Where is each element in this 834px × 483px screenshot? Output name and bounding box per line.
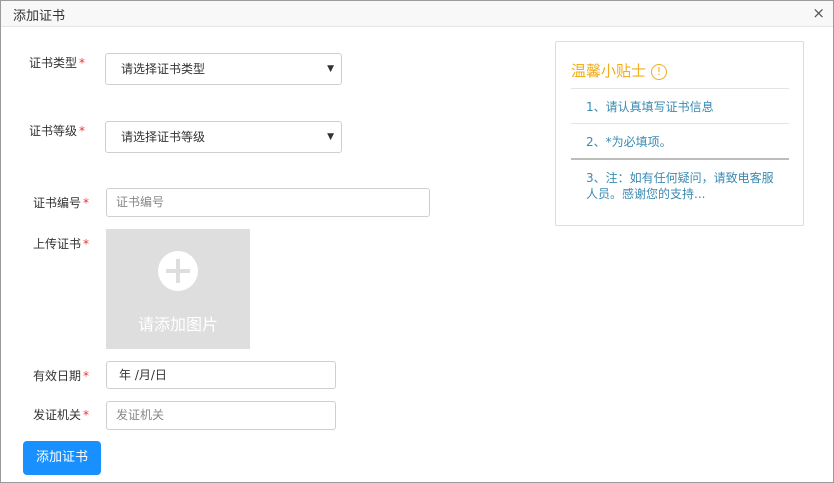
cert-type-label: 证书类型 * — [5, 54, 85, 71]
valid-date-input[interactable]: 年 /月/日 — [106, 361, 336, 389]
valid-date-label-text: 有效日期 — [32, 369, 81, 383]
required-marker: * — [83, 196, 89, 210]
tips-panel: 温馨小贴士! 1、请认真填写证书信息 2、*为必填项。 3、注：如有任何疑问，请… — [555, 41, 804, 226]
cert-number-input[interactable]: 证书编号 — [106, 188, 430, 217]
dialog-titlebar: 添加证书 × — [1, 1, 833, 27]
tip-item: 1、请认真填写证书信息 — [586, 100, 714, 114]
required-marker: * — [79, 124, 85, 138]
cert-type-select[interactable]: 请选择证书类型 ▼ — [105, 53, 342, 85]
tips-title-text: 温馨小贴士 — [571, 62, 647, 80]
tip-item: 2、*为必填项。 — [586, 135, 672, 149]
cert-level-select[interactable]: 请选择证书等级 ▼ — [105, 121, 342, 153]
cert-level-label: 证书等级 * — [5, 122, 85, 139]
add-certificate-dialog: 添加证书 × 证书类型 * 请选择证书类型 ▼ 证书等级 * 请选择证书等级 ▼ 证… — [0, 0, 834, 483]
upload-label-text: 上传证书 — [32, 237, 81, 251]
info-icon: ! — [651, 64, 668, 80]
issuer-placeholder: 发证机关 — [116, 408, 165, 422]
required-marker: * — [79, 56, 85, 70]
dialog-title: 添加证书 — [13, 9, 66, 24]
image-upload-area[interactable]: 请添加图片 — [106, 229, 250, 349]
cert-level-label-text: 证书等级 — [28, 124, 77, 138]
tip-item: 3、注：如有任何疑问，请致电客服人员。感谢您的支持... — [586, 171, 774, 201]
upload-hint: 请添加图片 — [137, 315, 218, 334]
close-icon[interactable]: × — [812, 4, 825, 22]
valid-date-value: 年 /月/日 — [119, 368, 167, 382]
valid-date-label: 有效日期 * — [9, 367, 89, 384]
upload-label: 上传证书 * — [9, 235, 89, 252]
cert-type-select-value: 请选择证书类型 — [121, 62, 206, 76]
cert-number-label: 证书编号 * — [9, 194, 89, 211]
add-image-icon — [158, 251, 198, 291]
chevron-down-icon: ▼ — [327, 132, 334, 142]
divider — [571, 158, 789, 160]
chevron-down-icon: ▼ — [327, 64, 334, 74]
divider — [571, 88, 789, 89]
required-marker: * — [83, 408, 89, 422]
required-marker: * — [83, 369, 89, 383]
issuer-input[interactable]: 发证机关 — [106, 401, 336, 430]
required-marker: * — [83, 237, 89, 251]
cert-level-select-value: 请选择证书等级 — [121, 130, 206, 144]
issuer-label-text: 发证机关 — [32, 408, 81, 422]
add-certificate-button[interactable]: 添加证书 — [23, 441, 101, 475]
cert-number-label-text: 证书编号 — [32, 196, 81, 210]
issuer-label: 发证机关 * — [9, 406, 89, 423]
cert-type-label-text: 证书类型 — [28, 56, 77, 70]
cert-number-placeholder: 证书编号 — [116, 195, 165, 209]
divider — [571, 123, 789, 124]
tips-title: 温馨小贴士! — [571, 60, 668, 81]
